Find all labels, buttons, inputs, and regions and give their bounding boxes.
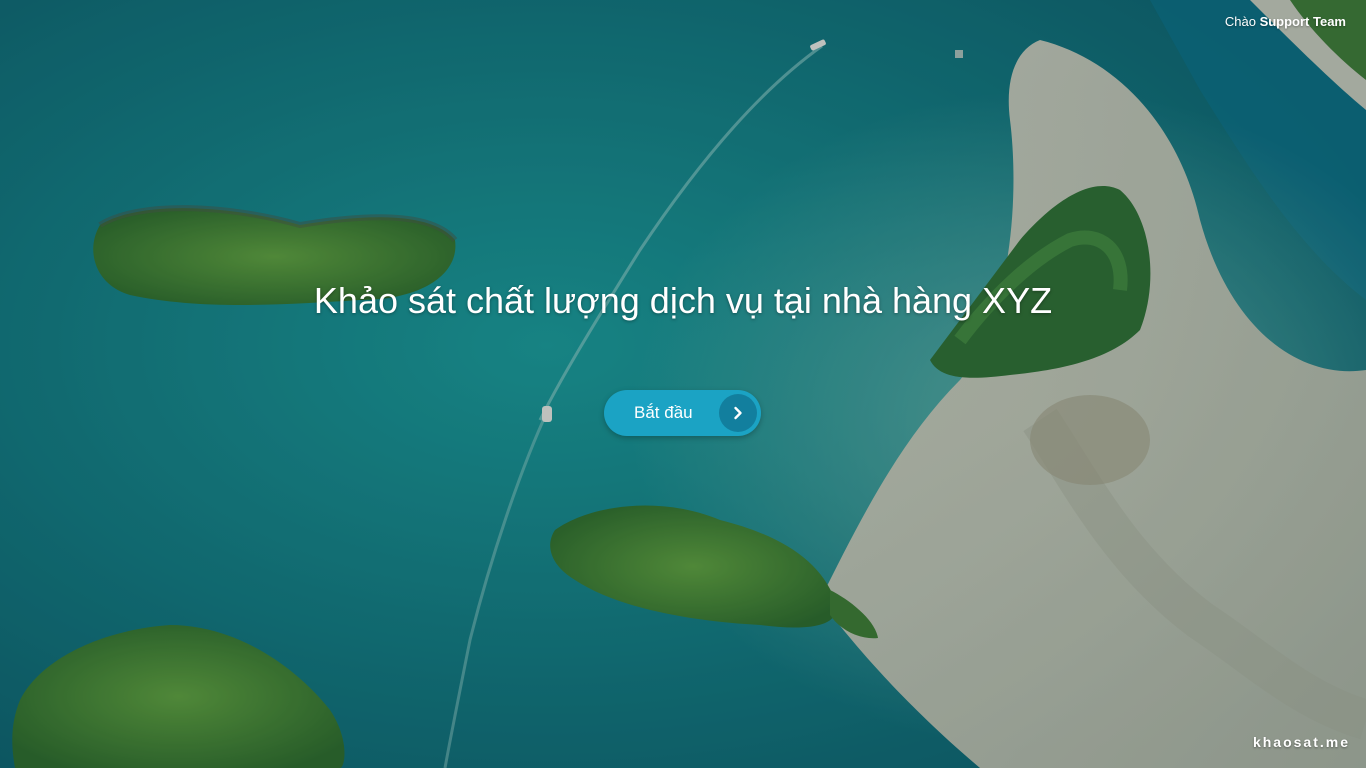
user-greeting: Chào Support Team	[1225, 14, 1346, 29]
user-name[interactable]: Support Team	[1260, 14, 1346, 29]
brand-logo-text[interactable]: khaosat.me	[1253, 734, 1350, 750]
greeting-prefix: Chào	[1224, 14, 1256, 29]
background-image	[0, 0, 1366, 768]
chevron-right-icon	[719, 394, 757, 432]
survey-title: Khảo sát chất lượng dịch vụ tại nhà hàng…	[313, 280, 1053, 321]
start-button[interactable]: Bắt đầu	[604, 390, 761, 436]
start-button-label: Bắt đầu	[634, 403, 693, 422]
background-overlay	[0, 0, 1366, 768]
